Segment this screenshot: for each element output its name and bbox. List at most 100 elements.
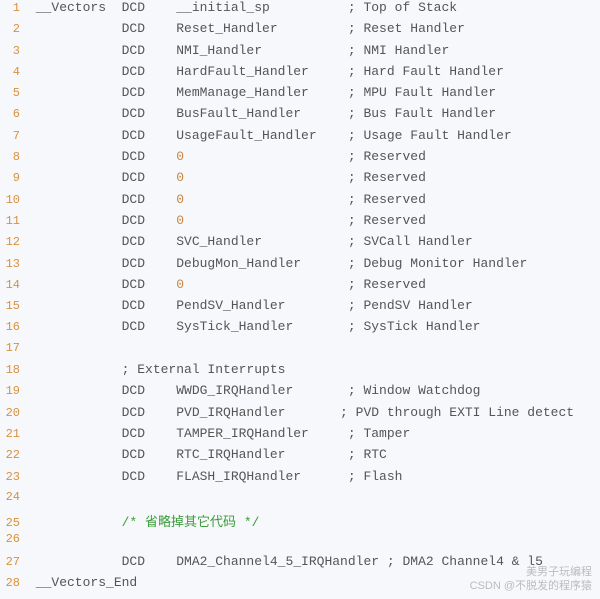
code-line: 19 DCD WWDG_IRQHandler ; Window Watchdog [0,383,600,404]
line-number: 7 [0,129,28,143]
code-line: 11 DCD 0 ; Reserved [0,213,600,234]
line-number: 28 [0,576,28,590]
code-line: 13 DCD DebugMon_Handler ; Debug Monitor … [0,256,600,277]
line-content: DCD BusFault_Handler ; Bus Fault Handler [28,106,496,121]
line-content: DCD NMI_Handler ; NMI Handler [28,43,449,58]
line-content: DCD DMA2_Channel4_5_IRQHandler ; DMA2 Ch… [28,554,543,569]
code-segment: 0 [176,170,184,185]
line-content: DCD SysTick_Handler ; SysTick Handler [28,319,480,334]
line-content: DCD 0 ; Reserved [28,277,426,292]
code-line: 22 DCD RTC_IRQHandler ; RTC [0,447,600,468]
line-content: DCD 0 ; Reserved [28,213,426,228]
line-number: 14 [0,278,28,292]
line-content: DCD Reset_Handler ; Reset Handler [28,21,465,36]
line-content: DCD WWDG_IRQHandler ; Window Watchdog [28,383,480,398]
code-segment: DCD [28,170,176,185]
code-segment: DCD TAMPER_IRQHandler ; Tamper [28,426,410,441]
code-segment: 0 [176,149,184,164]
line-number: 25 [0,516,28,530]
line-number: 2 [0,22,28,36]
code-line: 4 DCD HardFault_Handler ; Hard Fault Han… [0,64,600,85]
code-segment: 0 [176,213,184,228]
line-number: 23 [0,470,28,484]
code-segment [28,515,122,530]
code-segment: DCD [28,149,176,164]
code-segment: DCD HardFault_Handler ; Hard Fault Handl… [28,64,504,79]
code-segment: 0 [176,192,184,207]
line-content: DCD HardFault_Handler ; Hard Fault Handl… [28,64,504,79]
code-segment: DCD SVC_Handler ; SVCall Handler [28,234,473,249]
code-segment: DCD [28,213,176,228]
code-segment: ; Reserved [184,213,426,228]
code-segment: DCD Reset_Handler ; Reset Handler [28,21,465,36]
code-segment: DCD [28,192,176,207]
code-line: 12 DCD SVC_Handler ; SVCall Handler [0,234,600,255]
line-number: 4 [0,65,28,79]
code-segment: DCD MemManage_Handler ; MPU Fault Handle… [28,85,496,100]
code-segment: DCD DMA2_Channel4_5_IRQHandler ; DMA2 Ch… [28,554,543,569]
code-line: 18 ; External Interrupts [0,362,600,383]
line-content: DCD PVD_IRQHandler ; PVD through EXTI Li… [28,405,574,420]
line-number: 20 [0,406,28,420]
code-segment: ; External Interrupts [28,362,285,377]
code-segment: __Vectors_End [28,575,137,590]
code-line: 24 [0,490,600,511]
code-segment: ; Reserved [184,170,426,185]
code-segment: DCD NMI_Handler ; NMI Handler [28,43,449,58]
code-line: 14 DCD 0 ; Reserved [0,277,600,298]
line-number: 18 [0,363,28,377]
code-line: 20 DCD PVD_IRQHandler ; PVD through EXTI… [0,405,600,426]
line-number: 12 [0,235,28,249]
code-line: 25 /* 省略掉其它代码 */ [0,511,600,532]
code-segment: DCD BusFault_Handler ; Bus Fault Handler [28,106,496,121]
line-number: 1 [0,1,28,15]
code-line: 26 [0,532,600,553]
code-line: 15 DCD PendSV_Handler ; PendSV Handler [0,298,600,319]
code-segment: DCD RTC_IRQHandler ; RTC [28,447,387,462]
line-content: DCD FLASH_IRQHandler ; Flash [28,469,402,484]
line-number: 17 [0,341,28,355]
line-number: 24 [0,490,28,504]
line-content: __Vectors_End [28,575,137,590]
code-line: 9 DCD 0 ; Reserved [0,170,600,191]
line-content: DCD UsageFault_Handler ; Usage Fault Han… [28,128,512,143]
line-content: DCD MemManage_Handler ; MPU Fault Handle… [28,85,496,100]
code-segment: DCD WWDG_IRQHandler ; Window Watchdog [28,383,480,398]
code-segment: DCD SysTick_Handler ; SysTick Handler [28,319,480,334]
line-number: 27 [0,555,28,569]
line-content: DCD PendSV_Handler ; PendSV Handler [28,298,473,313]
code-segment: /* 省略掉其它代码 */ [122,515,260,530]
line-content: DCD 0 ; Reserved [28,149,426,164]
code-line: 5 DCD MemManage_Handler ; MPU Fault Hand… [0,85,600,106]
line-number: 5 [0,86,28,100]
code-segment: DCD PendSV_Handler ; PendSV Handler [28,298,473,313]
code-line: 16 DCD SysTick_Handler ; SysTick Handler [0,319,600,340]
line-content: DCD RTC_IRQHandler ; RTC [28,447,387,462]
line-content: DCD 0 ; Reserved [28,192,426,207]
line-content: DCD TAMPER_IRQHandler ; Tamper [28,426,410,441]
code-line: 3 DCD NMI_Handler ; NMI Handler [0,43,600,64]
code-line: 10 DCD 0 ; Reserved [0,192,600,213]
code-segment: DCD FLASH_IRQHandler ; Flash [28,469,402,484]
watermark-line1: 美男子玩编程 [470,565,592,579]
line-number: 21 [0,427,28,441]
code-segment: DCD UsageFault_Handler ; Usage Fault Han… [28,128,512,143]
code-line: 7 DCD UsageFault_Handler ; Usage Fault H… [0,128,600,149]
code-line: 1 __Vectors DCD __initial_sp ; Top of St… [0,0,600,21]
line-content: __Vectors DCD __initial_sp ; Top of Stac… [28,0,457,15]
line-content: DCD 0 ; Reserved [28,170,426,185]
code-line: 21 DCD TAMPER_IRQHandler ; Tamper [0,426,600,447]
line-number: 16 [0,320,28,334]
code-segment: ; Reserved [184,192,426,207]
code-line: 23 DCD FLASH_IRQHandler ; Flash [0,469,600,490]
watermark: 美男子玩编程 CSDN @不脱发的程序猿 [470,565,592,593]
line-number: 15 [0,299,28,313]
code-segment: DCD PVD_IRQHandler ; PVD through EXTI Li… [28,405,574,420]
line-number: 8 [0,150,28,164]
line-content: DCD SVC_Handler ; SVCall Handler [28,234,473,249]
line-number: 11 [0,214,28,228]
code-line: 6 DCD BusFault_Handler ; Bus Fault Handl… [0,106,600,127]
line-content: /* 省略掉其它代码 */ [28,511,259,530]
line-number: 6 [0,107,28,121]
line-number: 9 [0,171,28,185]
